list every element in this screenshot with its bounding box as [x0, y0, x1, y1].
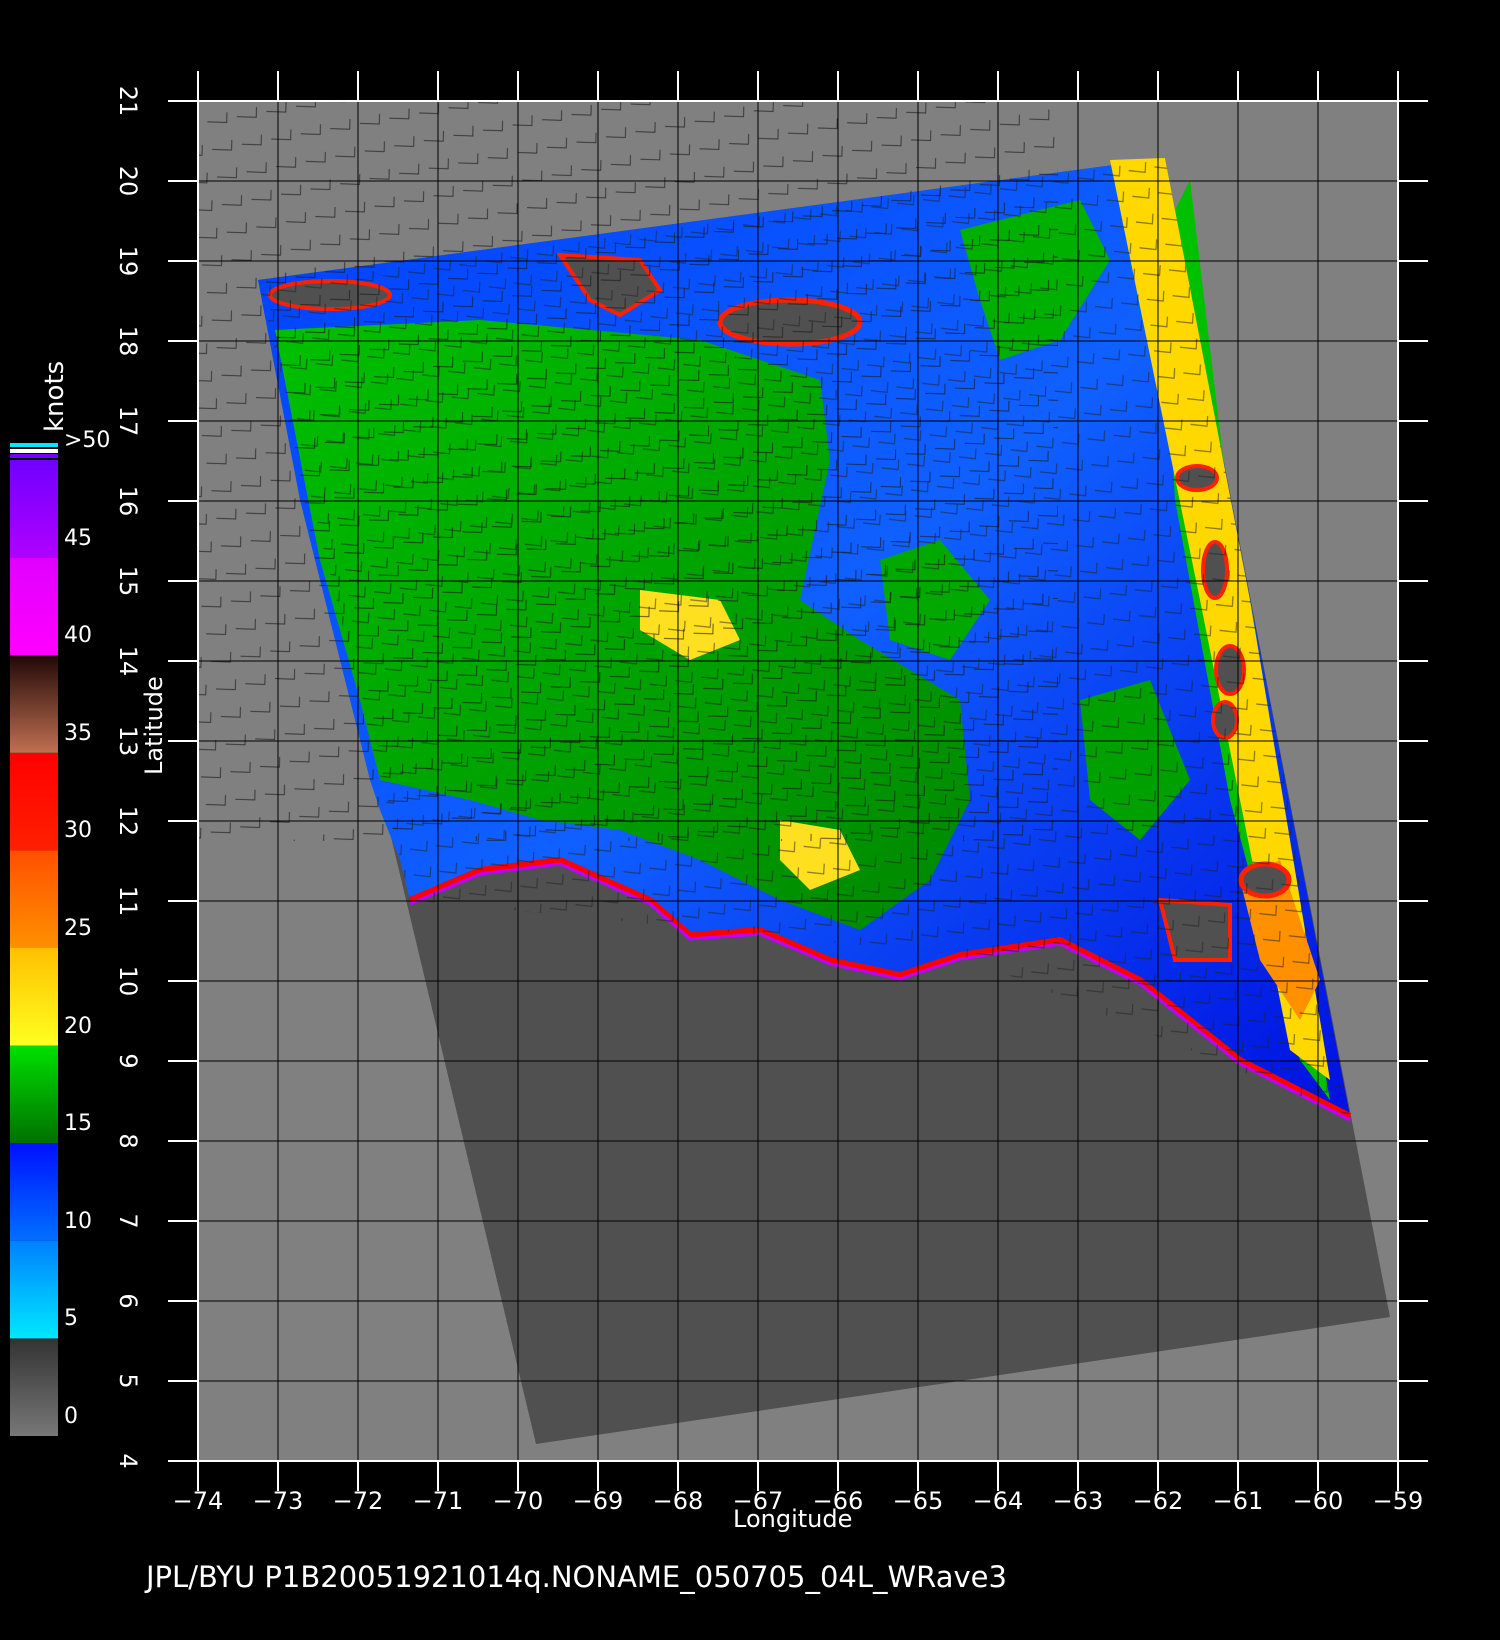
y-tick-label: 10	[114, 965, 142, 997]
x-tick-label: −60	[1292, 1487, 1344, 1515]
colorbar-band	[10, 1240, 58, 1339]
colorbar-band	[10, 460, 58, 558]
y-tick-label: 8	[114, 1133, 142, 1149]
colorbar-title: knots	[40, 360, 70, 432]
y-tick-label: 18	[114, 325, 142, 357]
x-tick-label: −73	[252, 1487, 304, 1515]
colorbar-band	[10, 557, 58, 656]
x-tick-label: −65	[892, 1487, 944, 1515]
y-tick-label: 11	[114, 885, 142, 917]
x-tick-label: −72	[332, 1487, 384, 1515]
x-tick-label: −70	[492, 1487, 544, 1515]
colorbar-overflow-marker	[10, 449, 58, 453]
colorbar-label: 10	[64, 1208, 92, 1234]
y-tick-label: 7	[114, 1213, 142, 1229]
colorbar-band	[10, 655, 58, 753]
y-tick-label: 17	[114, 405, 142, 437]
colorbar-overflow-marker	[10, 443, 58, 447]
x-tick-label: −71	[412, 1487, 464, 1515]
colorbar-label: 25	[64, 916, 92, 941]
colorbar-label: 0	[64, 1404, 78, 1429]
x-tick-label: −68	[652, 1487, 704, 1515]
y-tick-label: 5	[114, 1373, 142, 1389]
x-tick-label: −64	[972, 1487, 1024, 1515]
colorbar-label: 30	[64, 818, 92, 844]
colorbar-band	[10, 1045, 58, 1144]
colorbar-band	[10, 1143, 58, 1241]
map-canvas	[10, 71, 1428, 1491]
x-tick-label: −61	[1212, 1487, 1264, 1515]
x-tick-label: −59	[1372, 1487, 1424, 1515]
x-tick-label: −63	[1052, 1487, 1104, 1515]
wind-speed-map: −74 −73 −72 −71 −70 −69 −68 −67 −66 −65 −64 −63 −62−…	[0, 0, 1500, 1640]
colorbar-overflow-marker	[10, 454, 58, 458]
y-tick-label: 4	[114, 1453, 142, 1469]
y-tick-label: 21	[114, 85, 142, 117]
y-tick-label: 19	[114, 245, 142, 277]
colorbar-band	[10, 752, 58, 851]
colorbar	[10, 443, 58, 1436]
y-tick-label: 6	[114, 1293, 142, 1309]
colorbar-band	[10, 1338, 58, 1436]
y-tick-label: 20	[114, 165, 142, 197]
y-tick-label: 16	[114, 485, 142, 517]
colorbar-label: 20	[64, 1013, 92, 1039]
colorbar-label: >50	[64, 428, 111, 453]
y-tick-label: 14	[114, 645, 142, 677]
y-tick-label: 12	[114, 805, 142, 837]
footer-caption: JPL/BYU P1B20051921014q.NONAME_050705_04…	[146, 1560, 1007, 1594]
colorbar-band	[10, 948, 58, 1046]
colorbar-label: 45	[64, 525, 92, 551]
x-tick-label: −62	[1132, 1487, 1184, 1515]
y-tick-label: 15	[114, 565, 142, 597]
y-tick-label: 9	[114, 1053, 142, 1069]
colorbar-label: 35	[64, 720, 92, 746]
y-tick-label: 13	[114, 725, 142, 757]
x-tick-label: −74	[172, 1487, 224, 1515]
colorbar-label: 5	[64, 1306, 78, 1332]
x-axis-title: Longitude	[733, 1505, 853, 1533]
colorbar-label: 15	[64, 1111, 92, 1137]
x-tick-label: −69	[572, 1487, 624, 1515]
y-axis-title: Latitude	[140, 676, 168, 775]
colorbar-band	[10, 850, 58, 948]
colorbar-label: 40	[64, 623, 92, 649]
